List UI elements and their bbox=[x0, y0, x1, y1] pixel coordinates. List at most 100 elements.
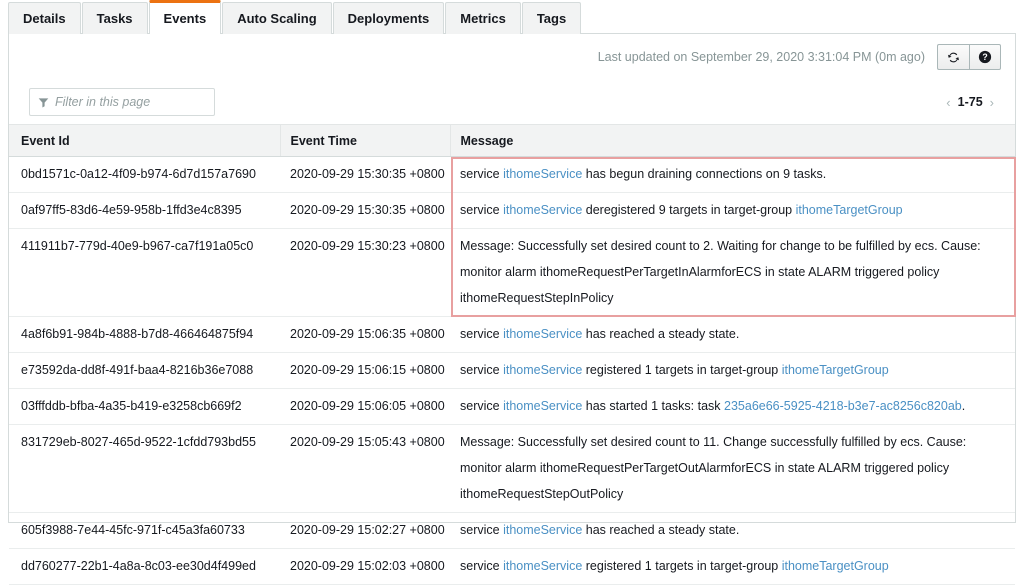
panel-toolbar: Last updated on September 29, 2020 3:31:… bbox=[9, 34, 1015, 80]
message-link[interactable]: ithomeTargetGroup bbox=[782, 363, 889, 377]
message-text: service bbox=[460, 203, 504, 217]
message-text: has reached a steady state. bbox=[582, 523, 740, 537]
message-line: Message: Successfully set desired count … bbox=[460, 433, 1005, 452]
tab-label: Events bbox=[163, 11, 207, 26]
cell-event-id: 411911b7-779d-40e9-b967-ca7f191a05c0 bbox=[9, 228, 280, 317]
message-text: registered 1 targets in target-group bbox=[582, 559, 782, 573]
tab-deployments[interactable]: Deployments bbox=[332, 2, 445, 34]
tab-tags[interactable]: Tags bbox=[521, 2, 582, 34]
tab-metrics[interactable]: Metrics bbox=[445, 2, 521, 34]
table-row: 831729eb-8027-465d-9522-1cfdd793bd55 2020… bbox=[9, 424, 1015, 513]
message-text: service bbox=[460, 523, 504, 537]
refresh-icon bbox=[948, 52, 959, 62]
events-table-body: 0bd1571c-0a12-4f09-b974-6d7d157a7690 2020… bbox=[9, 156, 1015, 585]
cell-event-time: 2020-09-29 15:30:35 +0800 bbox=[280, 156, 450, 193]
refresh-button[interactable] bbox=[937, 44, 969, 70]
message-line: service ithomeService has reached a stea… bbox=[460, 325, 1005, 344]
table-row: 0af97ff5-83d6-4e59-958b-1ffd3e4c8395 2020… bbox=[9, 192, 1015, 229]
tab-events[interactable]: Events bbox=[148, 0, 222, 35]
message-link[interactable]: ithomeTargetGroup bbox=[796, 203, 903, 217]
cell-event-id: 03fffddb-bfba-4a35-b419-e3258cb669f2 bbox=[9, 388, 280, 425]
table-row: 411911b7-779d-40e9-b967-ca7f191a05c0 2020… bbox=[9, 228, 1015, 317]
cell-message: service ithomeService has started 1 task… bbox=[450, 388, 1015, 425]
message-text: has begun draining connections on 9 task… bbox=[582, 167, 827, 181]
cell-message: service ithomeService has reached a stea… bbox=[450, 316, 1015, 353]
toolbar-button-group: ? bbox=[937, 44, 1001, 70]
message-text: service bbox=[460, 399, 504, 413]
message-text: has reached a steady state. bbox=[582, 327, 740, 341]
cell-message: service ithomeService has reached a stea… bbox=[450, 512, 1015, 549]
cell-event-id: 831729eb-8027-465d-9522-1cfdd793bd55 bbox=[9, 424, 280, 513]
cell-event-id: 0bd1571c-0a12-4f09-b974-6d7d157a7690 bbox=[9, 156, 280, 193]
message-link[interactable]: ithomeService bbox=[503, 559, 582, 573]
message-link[interactable]: 235a6e66-5925-4218-b3e7-ac8256c820ab bbox=[724, 399, 962, 413]
message-line: ithomeRequestStepOutPolicy bbox=[460, 485, 1005, 504]
help-button[interactable]: ? bbox=[969, 44, 1001, 70]
message-link[interactable]: ithomeService bbox=[503, 523, 582, 537]
message-line: Message: Successfully set desired count … bbox=[460, 237, 1005, 256]
pagination-next-button[interactable]: › bbox=[983, 95, 1001, 110]
column-header-event-time[interactable]: Event Time bbox=[279, 124, 450, 157]
tab-label: Details bbox=[23, 11, 66, 26]
cell-message: Message: Successfully set desired count … bbox=[450, 228, 1015, 317]
message-text: service bbox=[460, 167, 504, 181]
message-link[interactable]: ithomeService bbox=[503, 363, 582, 377]
pagination-prev-button[interactable]: ‹ bbox=[939, 95, 957, 110]
message-text: ithomeRequestStepInPolicy bbox=[460, 291, 614, 305]
tab-label: Metrics bbox=[460, 11, 506, 26]
events-table-head: Event Id Event Time Message bbox=[9, 124, 1015, 157]
message-line: monitor alarm ithomeRequestPerTargetInAl… bbox=[460, 263, 1005, 282]
tab-auto-scaling[interactable]: Auto Scaling bbox=[222, 2, 332, 34]
cell-event-time: 2020-09-29 15:05:43 +0800 bbox=[280, 424, 450, 513]
message-text: deregistered 9 targets in target-group bbox=[582, 203, 796, 217]
message-text: Message: Successfully set desired count … bbox=[460, 435, 967, 449]
help-icon: ? bbox=[978, 50, 992, 64]
message-text: has started 1 tasks: task bbox=[582, 399, 725, 413]
message-text: service bbox=[460, 363, 504, 377]
message-link[interactable]: ithomeService bbox=[503, 167, 582, 181]
table-row: e73592da-dd8f-491f-baa4-8216b36e7088 2020… bbox=[9, 352, 1015, 389]
cell-message: service ithomeService deregistered 9 tar… bbox=[450, 192, 1015, 229]
message-link[interactable]: ithomeService bbox=[503, 327, 582, 341]
message-text: monitor alarm ithomeRequestPerTargetInAl… bbox=[460, 265, 940, 279]
message-line: service ithomeService has started 1 task… bbox=[460, 397, 1005, 416]
tab-label: Auto Scaling bbox=[237, 11, 317, 26]
message-text: service bbox=[460, 327, 504, 341]
filter-placeholder: Filter in this page bbox=[55, 95, 151, 109]
cell-message: service ithomeService has begun draining… bbox=[450, 156, 1015, 193]
events-panel: Last updated on September 29, 2020 3:31:… bbox=[8, 34, 1016, 585]
cell-event-id: 605f3988-7e44-45fc-971f-c45a3fa60733 bbox=[9, 512, 280, 549]
message-text: . bbox=[961, 399, 966, 413]
message-line: ithomeRequestStepInPolicy bbox=[460, 289, 1005, 308]
cell-event-time: 2020-09-29 15:02:03 +0800 bbox=[280, 548, 450, 585]
table-row: 4a8f6b91-984b-4888-b7d8-466464875f94 2020… bbox=[9, 316, 1015, 353]
message-link[interactable]: ithomeTargetGroup bbox=[782, 559, 889, 573]
cell-event-time: 2020-09-29 15:06:35 +0800 bbox=[280, 316, 450, 353]
filter-input[interactable]: Filter in this page bbox=[29, 88, 215, 116]
cell-event-id: dd760277-22b1-4a8a-8c03-ee30d4f499ed bbox=[9, 548, 280, 585]
cell-event-time: 2020-09-29 15:30:23 +0800 bbox=[280, 228, 450, 317]
message-text: service bbox=[460, 559, 504, 573]
column-header-message[interactable]: Message bbox=[449, 124, 1015, 157]
cell-event-time: 2020-09-29 15:06:05 +0800 bbox=[280, 388, 450, 425]
message-line: service ithomeService deregistered 9 tar… bbox=[460, 201, 1005, 220]
message-text: Message: Successfully set desired count … bbox=[460, 239, 981, 253]
cell-event-time: 2020-09-29 15:30:35 +0800 bbox=[280, 192, 450, 229]
cell-event-id: 4a8f6b91-984b-4888-b7d8-466464875f94 bbox=[9, 316, 280, 353]
message-link[interactable]: ithomeService bbox=[503, 399, 582, 413]
message-link[interactable]: ithomeService bbox=[503, 203, 582, 217]
last-updated-text: Last updated on September 29, 2020 3:31:… bbox=[597, 50, 925, 64]
table-header-row: Event Id Event Time Message bbox=[9, 124, 1015, 157]
cell-event-id: 0af97ff5-83d6-4e59-958b-1ffd3e4c8395 bbox=[9, 192, 280, 229]
table-row: 03fffddb-bfba-4a35-b419-e3258cb669f2 2020… bbox=[9, 388, 1015, 425]
tab-tasks[interactable]: Tasks bbox=[81, 2, 148, 34]
message-line: service ithomeService has begun draining… bbox=[460, 165, 1005, 184]
tab-details[interactable]: Details bbox=[8, 2, 81, 34]
message-line: service ithomeService has reached a stea… bbox=[460, 521, 1005, 540]
table-row: dd760277-22b1-4a8a-8c03-ee30d4f499ed 2020… bbox=[9, 548, 1015, 585]
cell-message: service ithomeService registered 1 targe… bbox=[450, 548, 1015, 585]
column-header-event-id[interactable]: Event Id bbox=[9, 124, 280, 157]
pagination-range: 1-75 bbox=[957, 95, 983, 109]
pagination: ‹ 1-75 › bbox=[939, 95, 1001, 110]
message-text: ithomeRequestStepOutPolicy bbox=[460, 487, 624, 501]
